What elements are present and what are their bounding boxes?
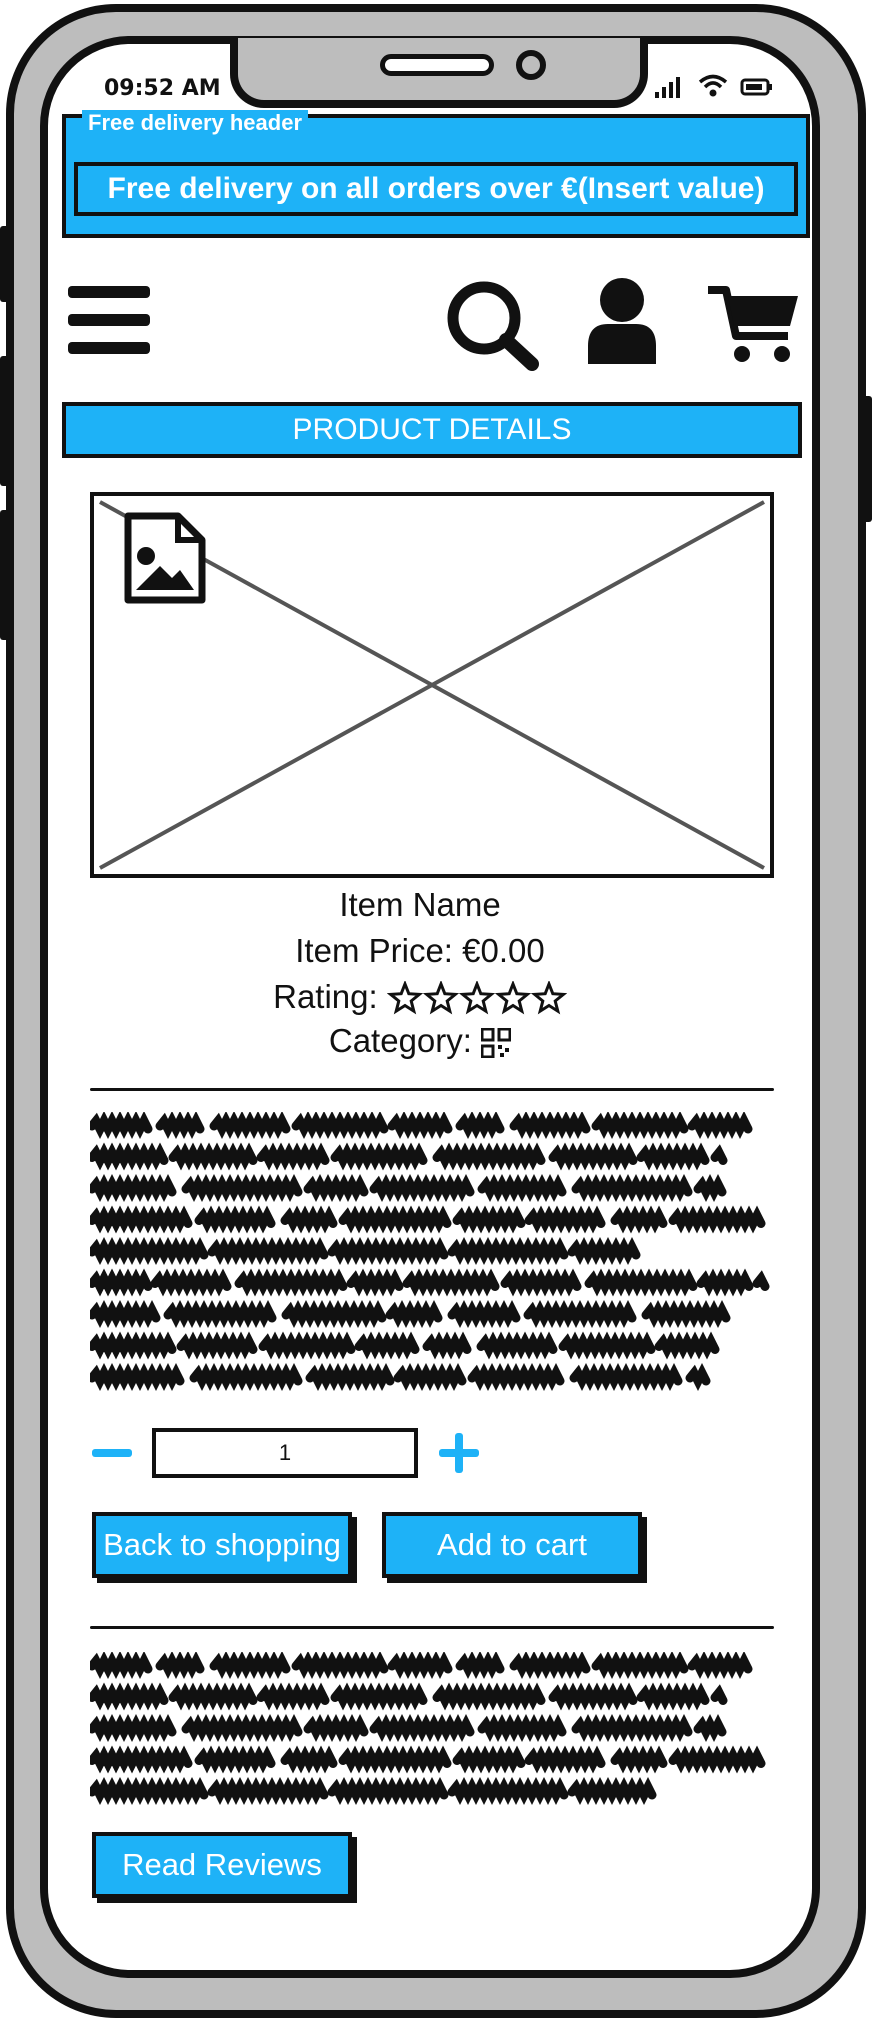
image-file-icon: [124, 512, 206, 604]
search-icon[interactable]: [444, 280, 540, 372]
battery-icon: [740, 78, 772, 96]
speaker-grille: [380, 54, 494, 76]
rating-stars-icon: [386, 981, 567, 1015]
scribble-line: [90, 1236, 641, 1266]
star-icon: [530, 981, 567, 1015]
back-to-shopping-button[interactable]: Back to shopping: [92, 1512, 352, 1578]
free-delivery-banner[interactable]: Free delivery on all orders over €(Inser…: [74, 162, 798, 216]
scribble-line: [90, 1745, 766, 1774]
scribble-line: [90, 1776, 657, 1806]
product-description-scribble: [90, 1112, 770, 1392]
rating-label: Rating:: [273, 978, 378, 1015]
product-price: Item Price: €0.00: [295, 932, 545, 969]
status-icons: [654, 74, 774, 98]
product-details-heading: PRODUCT DETAILS: [62, 402, 802, 458]
divider-2: [90, 1626, 774, 1629]
scribble-line: [90, 1682, 728, 1711]
scribble-line: [90, 1268, 770, 1297]
product-category: Category:: [100, 1022, 740, 1060]
reviews-summary-scribble: [90, 1652, 766, 1806]
add-to-cart-button[interactable]: Add to cart: [382, 1512, 642, 1578]
scribble-line: [90, 1331, 720, 1360]
scribble-line: [90, 1205, 766, 1234]
star-icon: [458, 981, 496, 1015]
star-icon: [386, 981, 424, 1015]
quantity-decrease-button[interactable]: [92, 1449, 132, 1457]
scribble-line: [90, 1713, 727, 1743]
status-time: 09:52 AM: [104, 76, 221, 101]
read-reviews-button[interactable]: Read Reviews: [92, 1832, 352, 1898]
product-rating: Rating:: [100, 978, 740, 1017]
product-name: Item Name: [339, 886, 501, 923]
star-icon: [422, 981, 460, 1015]
qr-code-icon: [481, 1028, 512, 1059]
product-image-placeholder: [90, 492, 774, 878]
divider-1: [90, 1088, 774, 1091]
scribble-line: [90, 1299, 731, 1329]
user-icon[interactable]: [584, 276, 660, 364]
scribble-line: [90, 1142, 728, 1171]
scribble-line: [90, 1112, 753, 1140]
menu-icon[interactable]: [66, 284, 152, 356]
wifi-icon: [698, 74, 728, 97]
category-label: Category:: [328, 1022, 472, 1059]
front-camera: [516, 50, 546, 80]
free-delivery-legend: Free delivery header: [82, 110, 309, 136]
quantity-increase-button[interactable]: [438, 1432, 480, 1474]
signal-icon: [655, 77, 680, 98]
quantity-input[interactable]: 1: [152, 1428, 418, 1478]
scribble-line: [90, 1173, 727, 1203]
star-icon: [494, 981, 532, 1015]
scribble-line: [90, 1652, 753, 1680]
cart-icon[interactable]: [706, 284, 802, 364]
scribble-line: [90, 1362, 711, 1392]
